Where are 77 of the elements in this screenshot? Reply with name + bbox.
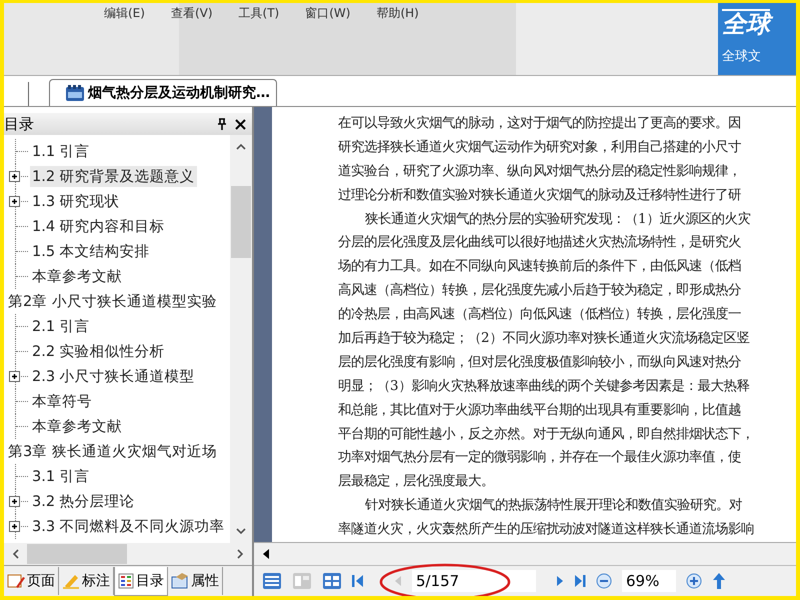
ad-banner[interactable]: 全球 全球文 [718, 3, 796, 75]
scroll-right-icon[interactable] [237, 549, 244, 559]
tree-item[interactable]: 2.2 实验相似性分析 [30, 341, 167, 362]
tree-item[interactable]: 本章参考文献 [30, 266, 124, 287]
list-icon [118, 572, 134, 588]
tree-item[interactable]: 1.4 研究内容和目标 [30, 216, 167, 237]
text-line: 场的有力工具。如在不同纵向风速转换前后的条件下，由低风速（低档 [338, 258, 742, 276]
tree-item[interactable]: 1.3 研究现状 [30, 191, 122, 212]
last-page-icon[interactable] [574, 574, 586, 588]
text-line: 层的层化强度有影响，但对层化强度极值影响较小，而纵向风速对热分 [338, 354, 742, 372]
expand-icon[interactable] [9, 171, 20, 182]
expand-icon[interactable] [9, 496, 20, 507]
scroll-down-icon[interactable] [236, 528, 246, 535]
page-icon [7, 573, 25, 589]
tree-item[interactable]: 2.1 引言 [30, 316, 92, 337]
zoom-field[interactable]: 69% [622, 570, 676, 592]
text-line: 高风速（高档位）转换，层化强度先减小后趋于较为稳定，即形成热分 [338, 282, 742, 300]
tree-item[interactable]: 3.2 热分层理论 [30, 491, 137, 512]
text-line: 平台期的可能性越小，反之亦然。对于无纵向通风，即自然排烟状态下， [338, 426, 755, 444]
scroll-up-icon[interactable] [236, 143, 246, 150]
properties-icon [171, 573, 189, 589]
ad-caption: 全球文 [722, 48, 761, 66]
panel-tab[interactable]: 属性 [168, 567, 223, 595]
pin-icon[interactable] [217, 118, 227, 130]
tree-item[interactable]: 第3章 狭长通道火灾烟气对近场 [4, 441, 219, 462]
text-line: 率隧道火灾，火灾轰然所产生的压缩扰动波对隧道这样狭长通道流场影响 [338, 520, 755, 540]
zoom-in-icon[interactable] [686, 573, 702, 589]
scroll-left-icon[interactable] [262, 549, 270, 559]
tree-item[interactable]: 本章符号 [30, 391, 94, 412]
text-line: 层最稳定，层化强度最大。 [338, 472, 495, 492]
first-page-icon[interactable] [352, 574, 364, 588]
menu-item[interactable]: 工具(T) [238, 5, 280, 22]
panel-tab[interactable]: 目录 [114, 566, 168, 596]
text-line: 道实验台，研究了火源功率、纵向风对烟气热分层的稳定性影响规律， [338, 162, 742, 181]
scroll-thumb[interactable] [27, 544, 127, 564]
close-icon[interactable] [235, 118, 246, 130]
panel-tab[interactable]: 页面 [4, 567, 59, 595]
view-mode-icon[interactable] [322, 572, 342, 590]
text-line: 狭长通道火灾烟气的热分层的实验研究发现：（1）近火源区的火灾 [364, 210, 752, 229]
next-page-icon[interactable] [556, 575, 564, 587]
zoom-out-icon[interactable] [596, 573, 612, 589]
text-line: 针对狭长通道火灾烟气的热振荡特性展开理论和数值实验研究。对 [364, 496, 743, 516]
expand-icon[interactable] [9, 196, 20, 207]
scroll-thumb[interactable] [231, 186, 251, 258]
menu-item[interactable]: 查看(V) [170, 5, 213, 22]
tree-item[interactable]: 1.2 研究背景及选题意义 [30, 166, 197, 187]
document-tab[interactable]: 烟气热分层及运动机制研究… [49, 79, 277, 106]
text-line: 在可以导致火灾烟气的脉动，这对于烟气的防控提出了更高的要求。因 [338, 114, 742, 133]
up-arrow-icon[interactable] [712, 572, 726, 590]
text-line: 分层的层化强度及层化曲线可以很好地描述火灾热流场特性，是研究火 [338, 234, 742, 252]
scroll-left-icon[interactable] [12, 549, 19, 559]
view-mode-icon[interactable] [262, 572, 282, 590]
text-line: 的冷热层，由高风速（高档位）向低风速（低档位）转换，层化强度一 [338, 306, 742, 324]
tree-item[interactable]: 1.5 本文结构安排 [30, 241, 152, 262]
text-line: 明显；（3）影响火灾热释放速率曲线的两个关键参考因素是：最大热释 [338, 378, 751, 396]
expand-icon[interactable] [9, 521, 20, 532]
tree-item[interactable]: 1.1 引言 [30, 141, 92, 162]
tree-item[interactable]: 3.3 不同燃料及不同火源功率 [30, 516, 227, 537]
tree-item[interactable]: 3.1 引言 [30, 466, 92, 487]
text-line: 研究选择狭长通道火灾烟气运动作为研究对象，利用自己搭建的小尺寸 [338, 138, 742, 157]
expand-icon[interactable] [9, 371, 20, 382]
menu-item[interactable]: 编辑(E) [104, 5, 145, 22]
page-number-field[interactable]: 5/157 [412, 570, 536, 592]
tree-item[interactable]: 第2章 小尺寸狭长通道模型实验 [4, 291, 219, 312]
tree-item[interactable]: 2.3 小尺寸狭长通道模型 [30, 366, 197, 387]
document-icon [66, 85, 84, 101]
vertical-scrollbar[interactable] [230, 135, 252, 543]
text-line: 功率对烟气热分层有一定的微弱影响，并存在一个最佳火源功率值，使 [338, 448, 742, 468]
panel-title: 目录 [4, 114, 35, 134]
text-line: 和总能，其比值对于火源功率曲线平台期的出现具有重要影响，比值越 [338, 402, 742, 420]
menu-item[interactable]: 帮助(H) [376, 5, 419, 22]
menu-item[interactable]: 窗口(W) [305, 5, 350, 22]
text-line: 过理论分析和数值实验对狭长通道火灾烟气的脉动及迁移特性进行了研 [338, 186, 742, 205]
text-line: 加后再趋于较为稳定；（2）不同火源功率对狭长通道火灾流场稳定区竖 [338, 330, 751, 348]
horizontal-scrollbar[interactable] [4, 543, 252, 565]
pen-icon [62, 573, 80, 589]
tree-item[interactable]: 本章参考文献 [30, 416, 124, 437]
